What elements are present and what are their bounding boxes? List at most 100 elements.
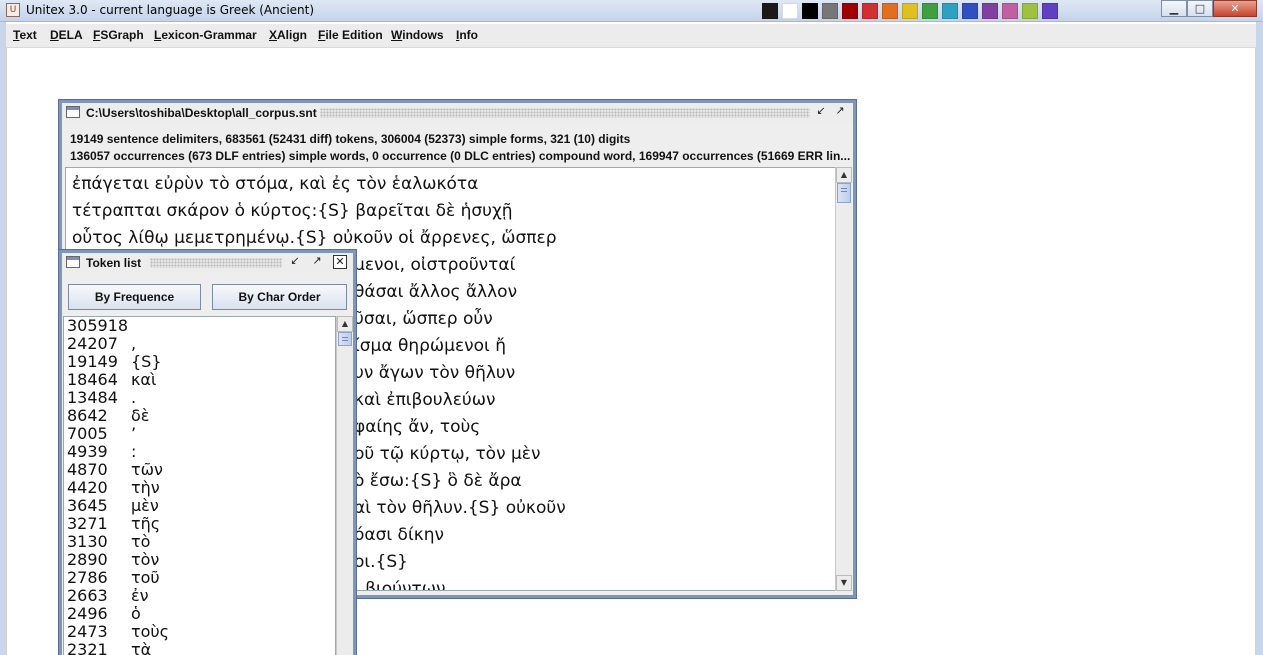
list-item[interactable]: 8642 δὲ <box>67 407 149 425</box>
app-titlebar[interactable]: U Unitex 3.0 - current language is Greek… <box>0 0 1263 22</box>
token-text: ἐν <box>131 586 149 605</box>
token-text: τὴν <box>131 478 160 497</box>
text-line: ίσμα θηρώμενοι ἤ <box>354 336 506 356</box>
list-item[interactable]: 305918 <box>67 317 131 335</box>
token-count: 2890 <box>67 550 108 569</box>
window-icon <box>66 256 80 268</box>
scroll-up-icon[interactable]: ▲ <box>836 167 852 183</box>
list-item[interactable]: 19149 {S} <box>67 353 162 371</box>
menu-file-edition[interactable]: File Edition <box>318 28 383 42</box>
token-text: τῆς <box>131 514 161 533</box>
menu-text[interactable]: Text <box>13 28 37 42</box>
by-char-order-button[interactable]: By Char Order <box>212 284 347 310</box>
menu-lexicon-grammar[interactable]: Lexicon-Grammar <box>154 28 257 42</box>
maximize-icon[interactable]: ↗ <box>310 255 324 269</box>
text-line: οι.{S} <box>354 552 408 572</box>
token-count: 4939 <box>67 442 108 461</box>
token-text: μὲν <box>131 496 159 515</box>
corpus-vertical-scrollbar[interactable]: ▲ ▼ <box>835 167 852 591</box>
menu-xalign[interactable]: XAlign <box>269 28 307 42</box>
by-frequence-button[interactable]: By Frequence <box>68 284 201 310</box>
token-count: 19149 <box>67 352 118 371</box>
text-line: υν ἄγων τὸν θῆλυν <box>354 363 516 383</box>
background-desktop-palette <box>760 0 1120 22</box>
token-text: δὲ <box>131 406 150 425</box>
token-text: ὁ <box>131 604 141 623</box>
menubar: Text DELA FSGraph Lexicon-Grammar XAlign… <box>6 24 1256 48</box>
text-line: αὶ τὸν θῆλυν.{S} οὐκοῦν <box>354 498 566 518</box>
token-text: τὰ <box>131 640 152 655</box>
list-item[interactable]: 3130 τὸ <box>67 533 150 551</box>
scroll-thumb[interactable] <box>837 183 851 203</box>
list-item[interactable]: 4420 τὴν <box>67 479 160 497</box>
token-count: 2786 <box>67 568 108 587</box>
token-text: τὸν <box>131 550 160 569</box>
text-line: μενοι, οἰστροῦνταί <box>354 255 516 275</box>
menu-fsgraph[interactable]: FSGraph <box>93 28 144 42</box>
unitex-app-icon[interactable]: U <box>6 3 20 17</box>
token-count: 3271 <box>67 514 108 533</box>
list-item[interactable]: 2473 τοὺς <box>67 623 169 641</box>
token-list-title: Token list <box>86 256 142 270</box>
scroll-up-icon[interactable]: ▲ <box>337 316 353 332</box>
token-count: 4870 <box>67 460 108 479</box>
token-text: τὸ <box>131 532 151 551</box>
minimize-button[interactable]: ▁ <box>1161 0 1187 17</box>
close-button[interactable]: ✕ <box>1213 0 1257 17</box>
text-line: οὗτος λίθῳ μεμετρημένῳ.{S} οὐκοῦν οἱ ἄρρ… <box>72 228 557 248</box>
iconify-icon[interactable]: ↙ <box>288 255 302 269</box>
menu-dela[interactable]: DELA <box>50 28 83 42</box>
token-text: καὶ <box>131 370 157 389</box>
scroll-down-icon[interactable]: ▼ <box>836 575 852 591</box>
text-line: ῦσαι, ὥσπερ οὖν <box>354 309 493 329</box>
list-item[interactable]: 4939: <box>67 443 136 461</box>
token-text: ’ <box>131 424 137 443</box>
list-item[interactable]: 2663 ἐν <box>67 587 149 605</box>
token-count: 2663 <box>67 586 108 605</box>
token-count: 18464 <box>67 370 118 389</box>
text-line: όασι δίκην <box>354 525 444 545</box>
list-item[interactable]: 13484. <box>67 389 136 407</box>
token-list-window[interactable]: Token list ↙ ↗ ✕ By Frequence By Char Or… <box>59 250 356 655</box>
menu-windows[interactable]: Windows <box>391 28 444 42</box>
iconify-icon[interactable]: ↙ <box>814 105 828 119</box>
list-item[interactable]: 24207, <box>67 335 136 353</box>
list-item[interactable]: 2496 ὁ <box>67 605 141 623</box>
list-item[interactable]: 3271 τῆς <box>67 515 160 533</box>
list-item[interactable]: 7005 ’ <box>67 425 136 443</box>
corpus-window-title: C:\Users\toshiba\Desktop\all_corpus.snt <box>86 106 317 120</box>
window-frame-right <box>1256 0 1263 655</box>
token-text: , <box>131 334 137 353</box>
list-item[interactable]: 18464 καὶ <box>67 371 156 389</box>
window-controls: ▁ □ ✕ <box>1161 0 1257 18</box>
token-count: 2473 <box>67 622 108 641</box>
token-text: τοὺς <box>131 622 170 641</box>
scroll-thumb[interactable] <box>338 332 352 346</box>
token-text: τοῦ <box>131 568 160 587</box>
token-list-titlebar[interactable]: Token list ↙ ↗ ✕ <box>62 253 353 273</box>
maximize-icon[interactable]: ↗ <box>833 105 847 119</box>
token-list[interactable]: 305918 24207, 19149 {S} 18464 καὶ 13484. 8… <box>63 316 336 655</box>
text-line: καὶ ἐπιβουλεύων <box>354 390 496 410</box>
list-item[interactable]: 2321 τὰ <box>67 641 151 655</box>
token-count: 3645 <box>67 496 108 515</box>
list-item[interactable]: 4870 τῶν <box>67 461 163 479</box>
corpus-window-titlebar[interactable]: C:\Users\toshiba\Desktop\all_corpus.snt … <box>62 103 853 123</box>
window-icon <box>66 106 80 118</box>
list-item[interactable]: 2786 τοῦ <box>67 569 160 587</box>
token-list-vertical-scrollbar[interactable]: ▲ <box>336 316 353 655</box>
token-text: {S} <box>131 352 162 371</box>
close-icon[interactable]: ✕ <box>333 255 347 269</box>
menu-info[interactable]: Info <box>456 28 478 42</box>
token-count: 24207 <box>67 334 118 353</box>
list-item[interactable]: 2890 τὸν <box>67 551 159 569</box>
token-text: : <box>131 442 137 461</box>
token-count: 2496 <box>67 604 108 623</box>
token-count: 7005 <box>67 424 108 443</box>
app-title: Unitex 3.0 - current language is Greek (… <box>26 3 315 17</box>
maximize-button[interactable]: □ <box>1187 0 1213 17</box>
token-count: 13484 <box>67 388 118 407</box>
list-item[interactable]: 3645 μὲν <box>67 497 159 515</box>
text-line: ἐπάγεται εὐρὺν τὸ στόμα, καὶ ἐς τὸν ἑαλω… <box>72 174 479 194</box>
corpus-stats-line1: 19149 sentence delimiters, 683561 (52431… <box>70 132 631 146</box>
